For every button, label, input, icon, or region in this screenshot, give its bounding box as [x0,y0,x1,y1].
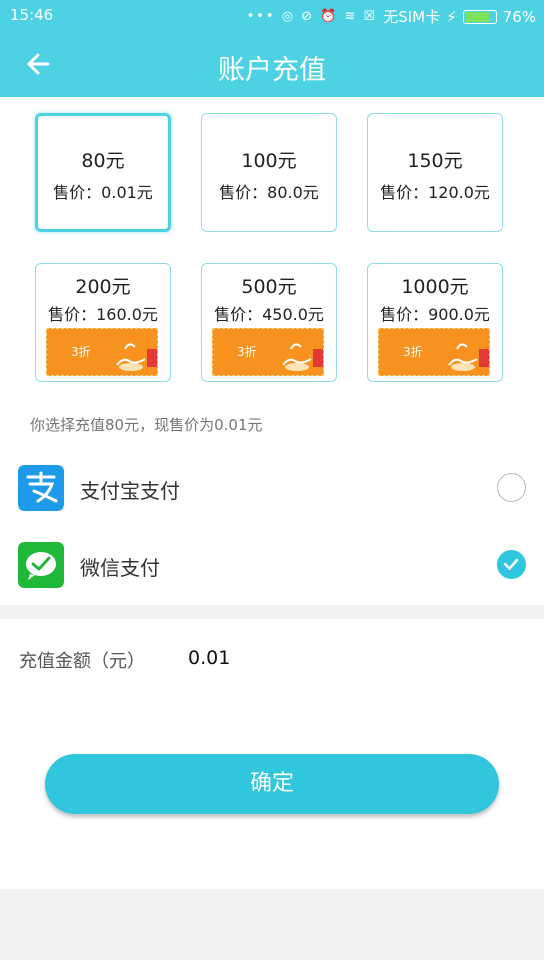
amount-label: 充值金额（元） [19,651,145,672]
payment-option-wechat[interactable]: 微信支付 [0,532,544,602]
nav-bar: 账户充值 [0,32,544,97]
confirm-button[interactable]: 确定 [45,754,499,814]
option-price: 售价：900.0元 [380,305,490,324]
checkmark-icon [503,558,519,570]
amount-value: 0.01 [188,647,231,669]
gift-hand-icon [448,343,478,371]
option-amount: 80元 [81,150,125,172]
selection-summary: 你选择充值80元，现售价为0.01元 [30,416,263,434]
carrier-label: 无SIM卡 [383,8,441,26]
recharge-option-500[interactable]: 500元 售价：450.0元 3折 [201,263,337,382]
discount-label: 3折 [403,345,423,359]
option-amount: 100元 [241,150,297,172]
recharge-option-1000[interactable]: 1000元 售价：900.0元 3折 [367,263,503,382]
option-amount: 500元 [241,276,297,298]
wechat-icon [18,542,64,588]
alipay-radio[interactable] [497,473,526,502]
status-icons-group: ••• ◎ ⊘ ⏰ ≋ ☒ 无SIM卡 ⚡ 76% [247,6,536,27]
recharge-content: 80元 售价：0.01元 100元 售价：80.0元 150元 售价：120.0… [0,97,544,605]
app-header: 15:46 ••• ◎ ⊘ ⏰ ≋ ☒ 无SIM卡 ⚡ 76% 账户充值 [0,0,544,97]
discount-banner: 3折 [378,328,490,376]
gift-hand-icon [116,343,146,371]
battery-icon [462,9,497,24]
page-title: 账户充值 [218,55,326,86]
option-amount: 200元 [75,276,131,298]
discount-banner: 3折 [46,328,158,376]
recharge-option-150[interactable]: 150元 售价：120.0元 [367,113,503,232]
red-packet-icon [313,349,323,367]
payment-label: 支付宝支付 [80,479,180,503]
option-price: 售价：0.01元 [53,183,153,202]
option-amount: 150元 [407,150,463,172]
discount-label: 3折 [237,345,257,359]
option-price: 售价：160.0元 [48,305,158,324]
status-indicator-icons: ••• ◎ ⊘ ⏰ ≋ ☒ [246,9,378,24]
discount-label: 3折 [71,345,91,359]
payment-label: 微信支付 [80,556,160,580]
red-packet-icon [479,349,489,367]
amount-section: 充值金额（元） 0.01 确定 [0,619,544,889]
battery-percent: 76% [502,7,536,26]
status-time: 15:46 [10,6,54,24]
red-packet-icon [147,349,157,367]
recharge-option-100[interactable]: 100元 售价：80.0元 [201,113,337,232]
payment-option-alipay[interactable]: 支付宝支付 [0,455,544,525]
alipay-icon [18,465,64,511]
charging-icon: ⚡ [446,7,457,26]
recharge-option-80[interactable]: 80元 售价：0.01元 [35,113,171,232]
wechat-radio[interactable] [497,550,526,579]
option-price: 售价：450.0元 [214,305,324,324]
option-price: 售价：120.0元 [380,183,490,202]
option-price: 售价：80.0元 [219,183,319,202]
gift-hand-icon [282,343,312,371]
recharge-option-200[interactable]: 200元 售价：160.0元 3折 [35,263,171,382]
status-bar: 15:46 ••• ◎ ⊘ ⏰ ≋ ☒ 无SIM卡 ⚡ 76% [0,0,544,32]
option-amount: 1000元 [401,276,469,298]
discount-banner: 3折 [212,328,324,376]
